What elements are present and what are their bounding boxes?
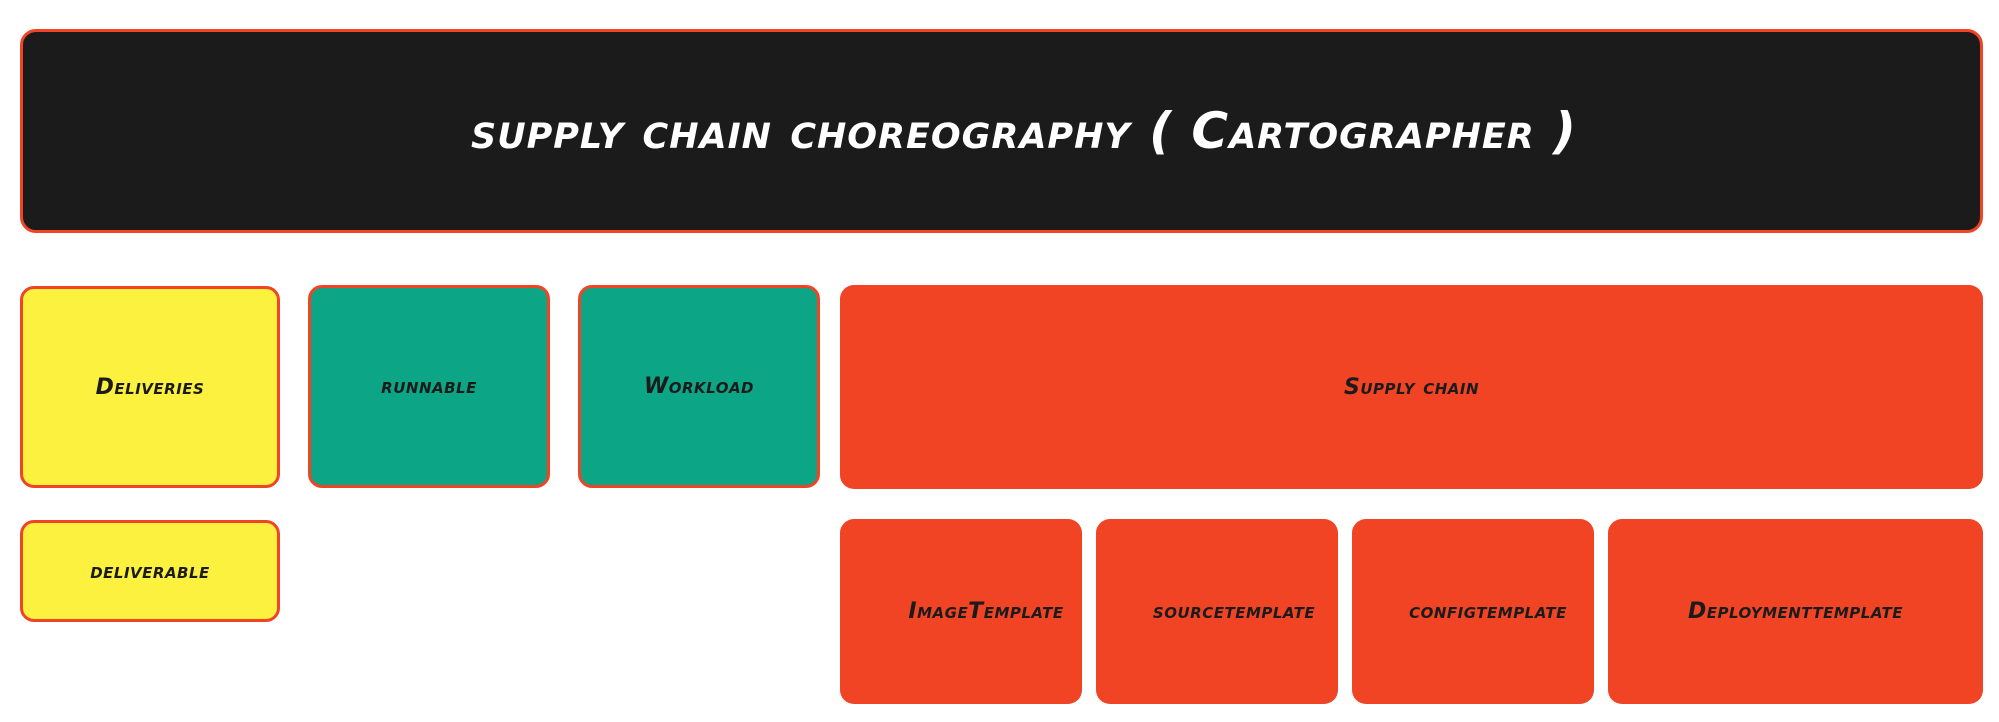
workload-label: Workload [643,374,755,399]
source-template-box: sourcetemplate [1096,519,1338,704]
supply-chain-box: Supply chain [840,285,1983,489]
workload-box: Workload [578,285,820,488]
diagram-title: supply chain choreography ( Cartographer… [471,102,1578,160]
config-template-label: configtemplate [1409,599,1567,624]
deployment-template-box: Deploymenttemplate [1608,519,1983,704]
deliveries-label: Deliveries [95,374,205,400]
source-template-label: sourcetemplate [1152,599,1316,624]
deployment-template-label: Deploymenttemplate [1688,599,1903,624]
runnable-box: runnable [308,285,550,488]
image-template-label: ImageTemplate [908,599,1064,624]
deliveries-box: Deliveries [20,286,280,488]
supply-chain-label: Supply chain [1343,374,1480,400]
deliverable-label: deliverable [90,558,210,584]
config-template-box: configtemplate [1352,519,1594,704]
runnable-label: runnable [381,374,477,399]
deliverable-box: deliverable [20,520,280,622]
title-banner: supply chain choreography ( Cartographer… [20,29,1983,233]
image-template-box: ImageTemplate [840,519,1082,704]
